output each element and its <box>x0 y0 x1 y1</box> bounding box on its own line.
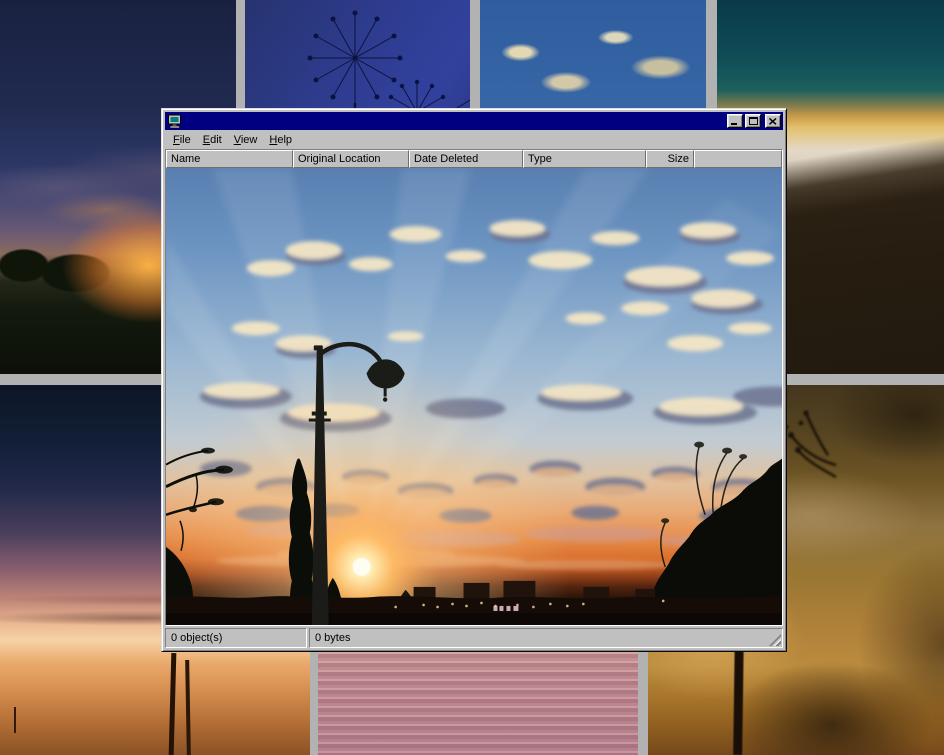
blurred-pole <box>733 635 744 755</box>
column-header-type[interactable]: Type <box>523 150 646 168</box>
resize-grip[interactable] <box>769 634 781 646</box>
file-list-view: Name Original Location Date Deleted Type… <box>165 149 783 626</box>
computer-icon[interactable] <box>167 113 183 129</box>
menu-accelerator: E <box>203 134 210 146</box>
status-objects-text: 0 object(s) <box>171 632 222 644</box>
column-headers: Name Original Location Date Deleted Type… <box>166 150 782 168</box>
minimize-icon <box>731 123 737 125</box>
menu-item-help[interactable]: Help <box>263 133 298 147</box>
water-pole <box>169 653 177 755</box>
column-header-original-location[interactable]: Original Location <box>293 150 409 168</box>
status-bar: 0 object(s) 0 bytes <box>165 628 783 648</box>
status-panel-objects: 0 object(s) <box>165 628 307 648</box>
minimize-button[interactable] <box>727 114 743 128</box>
status-size-text: 0 bytes <box>315 632 350 644</box>
column-header-name[interactable]: Name <box>166 150 293 168</box>
window-controls <box>727 114 781 128</box>
menu-label: ile <box>180 134 191 146</box>
column-header-size[interactable]: Size <box>646 150 694 168</box>
list-content-area[interactable] <box>166 168 782 625</box>
desktop: { "window": { "title": "", "menu": { "it… <box>0 0 944 755</box>
menu-label: elp <box>277 134 292 146</box>
sunset-streetlamp-photo <box>166 168 782 625</box>
column-header-spacer <box>694 150 782 168</box>
water-pole <box>14 707 16 733</box>
menu-item-file[interactable]: File <box>167 133 197 147</box>
menu-accelerator: F <box>173 134 180 146</box>
recycle-bin-window: File Edit View Help Name Original Locati… <box>161 108 787 652</box>
maximize-button[interactable] <box>745 114 761 128</box>
close-button[interactable] <box>765 114 781 128</box>
status-panel-size: 0 bytes <box>309 628 783 648</box>
close-icon <box>769 118 777 125</box>
menu-item-view[interactable]: View <box>228 133 264 147</box>
menu-label: dit <box>210 134 222 146</box>
title-bar[interactable] <box>165 112 783 130</box>
column-header-date-deleted[interactable]: Date Deleted <box>409 150 523 168</box>
water-pole <box>185 660 191 755</box>
maximize-icon <box>749 117 758 125</box>
menu-item-edit[interactable]: Edit <box>197 133 228 147</box>
menu-accelerator: V <box>234 134 241 146</box>
menu-label: iew <box>241 134 258 146</box>
menu-bar: File Edit View Help <box>165 130 783 149</box>
